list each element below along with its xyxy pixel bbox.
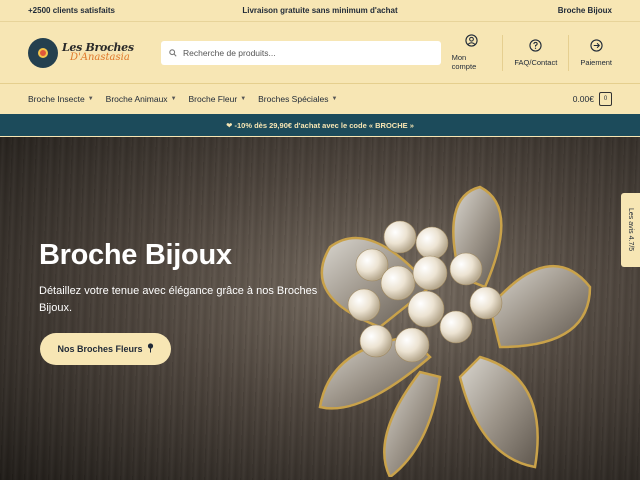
brooch-image [318, 185, 592, 477]
hero-cta-button[interactable]: Nos Broches Fleurs [40, 333, 171, 365]
nav-item-fleur[interactable]: Broche Fleur ▼ [189, 94, 247, 104]
nav-label: Broche Fleur [188, 94, 238, 104]
header-actions: Mon compte FAQ/Contact Paiement [441, 34, 612, 71]
topbar-brand-link[interactable]: Broche Bijoux [558, 6, 612, 15]
search-bar [161, 40, 441, 65]
cart-link[interactable]: 0.00€ 0 [573, 92, 612, 106]
topbar-clients-text: +2500 clients satisfaits [28, 6, 115, 15]
account-label: Mon compte [451, 53, 477, 71]
chevron-down-icon: ▼ [331, 96, 338, 102]
faq-label: FAQ/Contact [514, 57, 558, 67]
payment-label: Paiement [580, 57, 612, 67]
reviews-tab-label: Les avis 4.7/5 [627, 208, 634, 252]
hero-subtitle: Détaillez votre tenue avec élégance grâc… [39, 285, 318, 314]
user-circle-icon [465, 34, 478, 49]
cart-count-badge: 0 [599, 92, 612, 106]
chevron-down-icon: ▼ [170, 96, 177, 102]
arrow-circle-icon [590, 38, 603, 54]
hero-section: Broche Bijoux Détaillez votre tenue avec… [0, 137, 640, 480]
top-bar: +2500 clients satisfaits Livraison gratu… [0, 0, 640, 22]
promo-banner: ❤ -10% dès 29,90€ d'achat avec le code «… [0, 114, 640, 136]
search-input[interactable] [183, 47, 433, 58]
promo-text: ❤ -10% dès 29,90€ d'achat avec le code «… [226, 120, 414, 130]
question-circle-icon [529, 38, 542, 54]
nav-label: Broches Spéciales [258, 94, 329, 104]
logo-line2: D'Anastasia [70, 52, 130, 63]
nav-item-insecte[interactable]: Broche Insecte ▼ [28, 94, 94, 104]
chevron-down-icon: ▼ [87, 96, 94, 102]
payment-link[interactable]: Paiement [568, 34, 612, 71]
site-logo[interactable]: Les Broches D'Anastasia [28, 36, 139, 70]
hero-title: Broche Bijoux [39, 239, 232, 271]
chevron-down-icon: ▼ [240, 96, 247, 102]
pin-icon [147, 343, 154, 355]
faq-contact-link[interactable]: FAQ/Contact [502, 34, 568, 71]
nav-label: Broche Animaux [105, 94, 168, 104]
nav-label: Broche Insecte [28, 94, 85, 104]
reviews-tab[interactable]: Les avis 4.7/5 [621, 193, 640, 267]
nav-item-speciales[interactable]: Broches Spéciales ▼ [258, 94, 337, 104]
logo-badge-icon [28, 37, 58, 68]
main-nav: Broche Insecte ▼ Broche Animaux ▼ Broche F… [0, 84, 640, 114]
topbar-shipping-text: Livraison gratuite sans minimum d'achat [242, 6, 398, 15]
site-header: Les Broches D'Anastasia Mon compte FAQ/C… [0, 22, 640, 84]
account-link[interactable]: Mon compte [441, 34, 503, 71]
cart-total: 0.00€ [572, 94, 594, 104]
search-icon [169, 44, 177, 62]
nav-item-animaux[interactable]: Broche Animaux ▼ [106, 94, 177, 104]
hero-cta-label: Nos Broches Fleurs [57, 344, 143, 354]
